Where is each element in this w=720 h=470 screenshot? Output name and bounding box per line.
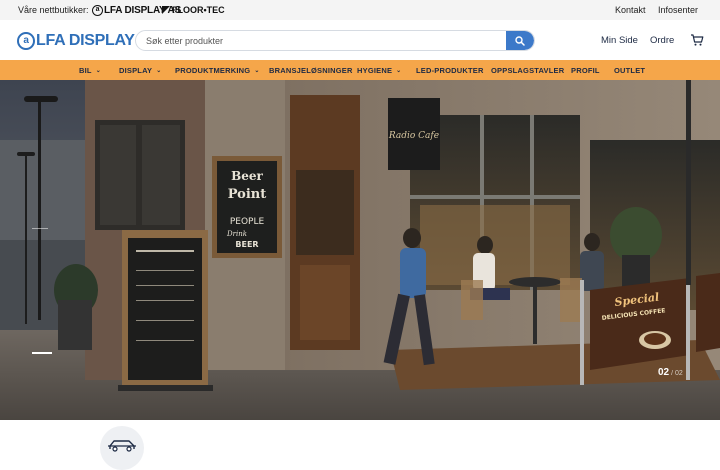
nav-item-outlet[interactable]: OUTLET [614, 66, 645, 75]
stores-label: Våre nettbutikker: [18, 5, 89, 15]
search-bar [135, 30, 535, 51]
chalk-line-4: Drink [226, 230, 247, 238]
slide-total: / 02 [671, 370, 683, 377]
cafe-sign-text: Radio Cafe [388, 131, 439, 141]
info-center-link[interactable]: Infosenter [658, 5, 698, 15]
slide-current: 02 [658, 367, 670, 378]
nav-item-produktmerking[interactable]: PRODUKTMERKING ⌄ [175, 66, 260, 75]
floortec-logo-icon [162, 6, 170, 14]
at-logo-icon: a [17, 32, 35, 50]
search-input[interactable] [146, 31, 506, 50]
nav-item-bransjelosninger[interactable]: BRANSJELØSNINGER [269, 66, 353, 75]
main-nav: BIL ⌄ DISPLAY ⌄ PRODUKTMERKING ⌄ BRANSJELØS… [0, 60, 720, 80]
chevron-down-icon: ⌄ [95, 68, 101, 74]
cart-icon[interactable] [690, 33, 704, 47]
chalk-line-5: BEER [235, 240, 258, 249]
nav-item-bil[interactable]: BIL ⌄ [79, 66, 101, 75]
slide-counter: 02/ 02 [658, 367, 683, 378]
chalk-line-3: PEOPLE [230, 217, 265, 227]
hero-illustration: Radio Cafe Beer Point PEOPLE Drink BEER [0, 80, 720, 420]
nav-item-profil[interactable]: PROFIL [571, 66, 600, 75]
category-strip [0, 420, 720, 470]
chevron-down-icon: ⌄ [254, 68, 260, 74]
chalk-line-1: Beer [231, 169, 263, 183]
store-link-floortec[interactable]: FLOOR•TEC [162, 4, 225, 16]
contact-link[interactable]: Kontakt [615, 5, 646, 15]
chevron-down-icon: ⌄ [396, 68, 402, 74]
orders-link[interactable]: Ordre [650, 35, 674, 46]
slide-indicator-active[interactable] [32, 352, 52, 354]
chalk-line-2: Point [228, 187, 267, 202]
top-bar: Våre nettbutikker: a LFA DISPLAY AS FLOOR… [0, 0, 720, 20]
search-icon [515, 35, 525, 46]
header: aLFA DISPLAY AS Min Side Ordre [0, 20, 720, 60]
nav-item-led-produkter[interactable]: LED-PRODUKTER [416, 66, 484, 75]
nav-item-display[interactable]: DISPLAY ⌄ [119, 66, 161, 75]
slide-indicator-inactive[interactable] [32, 228, 48, 229]
my-page-link[interactable]: Min Side [601, 35, 638, 46]
at-logo-icon: a [92, 4, 103, 16]
nav-item-oppslagstavler[interactable]: OPPSLAGSTAVLER [491, 66, 564, 75]
category-bil[interactable] [100, 426, 144, 470]
search-button[interactable] [506, 31, 534, 50]
nav-item-hygiene[interactable]: HYGIENE ⌄ [357, 66, 401, 75]
chevron-down-icon: ⌄ [156, 68, 162, 74]
hero-banner[interactable]: Radio Cafe Beer Point PEOPLE Drink BEER [0, 80, 720, 420]
